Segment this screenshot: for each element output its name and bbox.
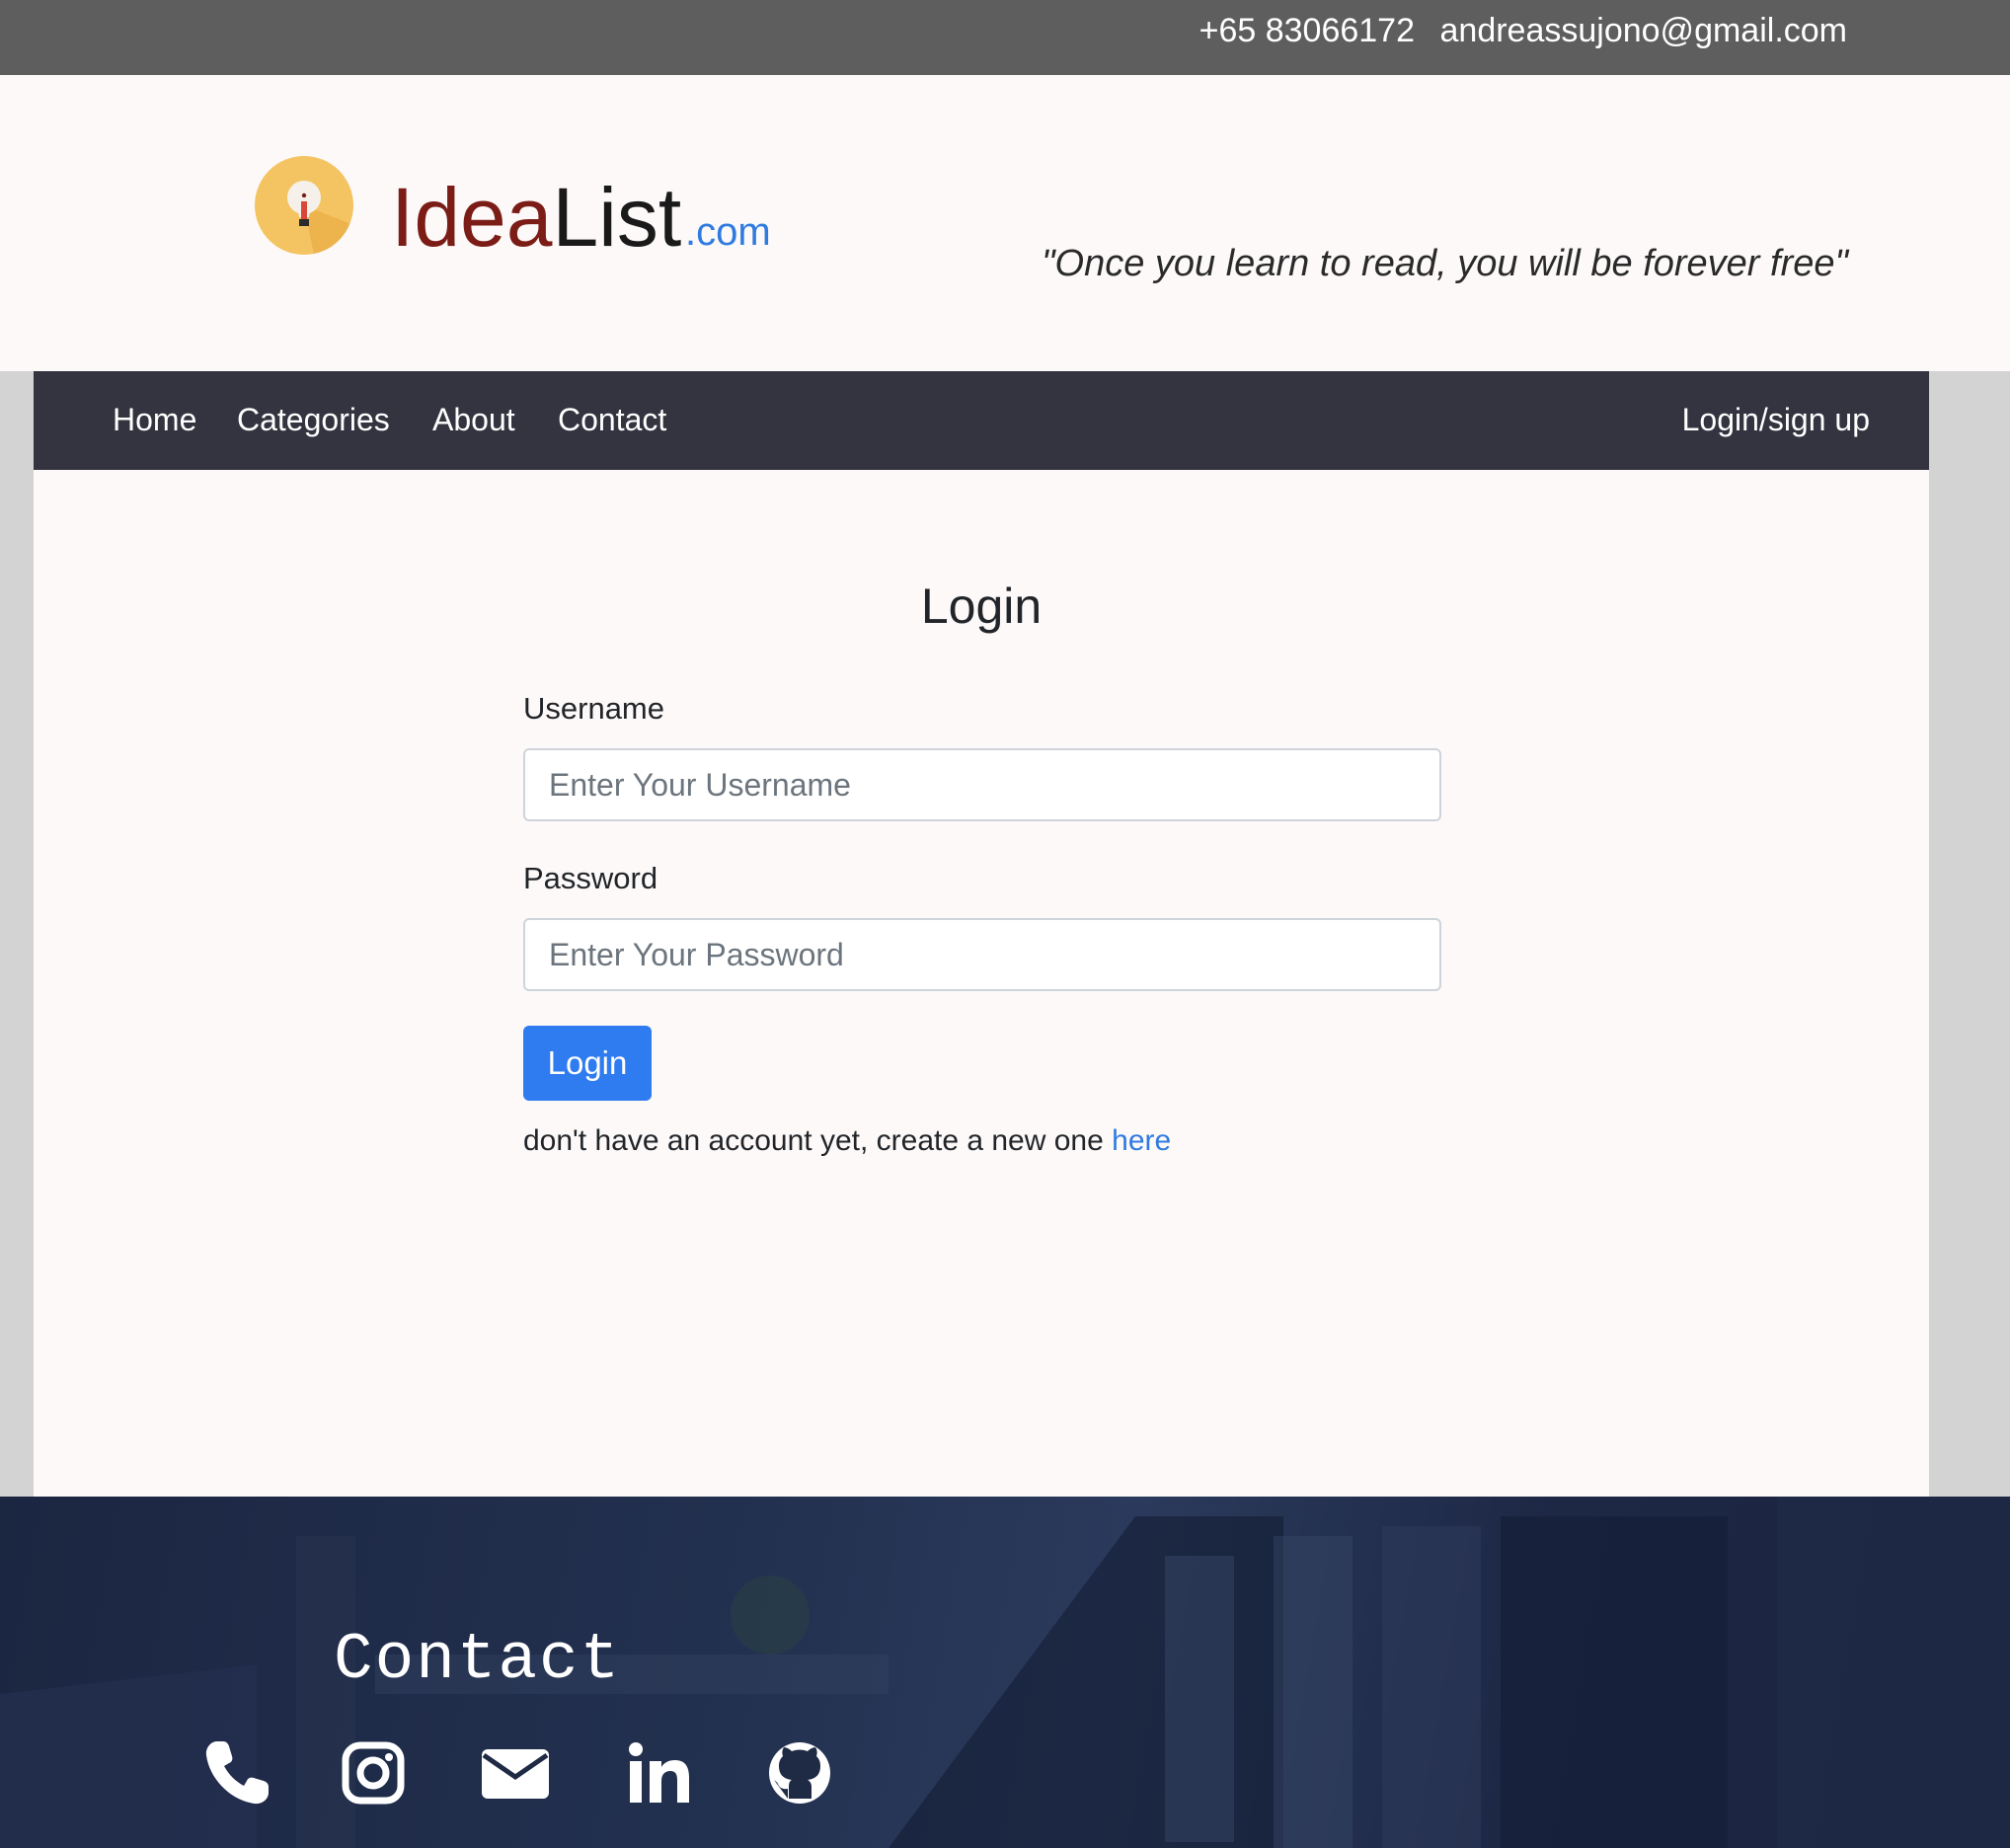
instagram-icon[interactable] <box>334 1733 413 1812</box>
password-input[interactable] <box>523 918 1441 991</box>
footer-contact-title: Contact <box>334 1623 622 1697</box>
lightbulb-icon[interactable] <box>255 156 353 255</box>
username-label: Username <box>523 691 664 726</box>
mail-icon[interactable] <box>476 1733 555 1812</box>
login-panel: Login Username Password Login don't have… <box>34 470 1929 1497</box>
nav-categories[interactable]: Categories <box>237 397 390 442</box>
footer: Contact <box>0 1497 2010 1848</box>
nav-home[interactable]: Home <box>113 397 196 442</box>
github-icon[interactable] <box>760 1733 839 1812</box>
brand-name-idea: Idea <box>391 171 553 264</box>
signup-prompt-text: don't have an account yet, create a new … <box>523 1124 1113 1157</box>
nav-contact[interactable]: Contact <box>558 397 666 442</box>
nav-about[interactable]: About <box>432 397 515 442</box>
brand-tagline: "Once you learn to read, you will be for… <box>1042 243 1848 284</box>
signup-prompt: don't have an account yet, create a new … <box>523 1121 1171 1161</box>
login-button[interactable]: Login <box>523 1026 652 1101</box>
username-input[interactable] <box>523 748 1441 821</box>
footer-background-image <box>0 1497 2010 1848</box>
contact-email[interactable]: andreassujono@gmail.com <box>1440 8 1848 53</box>
brand-header: IdeaList .com "Once you learn to read, y… <box>0 75 2010 371</box>
password-label: Password <box>523 861 658 895</box>
main-navbar: Home Categories About Contact Login/sign… <box>34 371 1929 470</box>
page-title: Login <box>920 578 1043 634</box>
brand-name[interactable]: IdeaList <box>391 168 681 267</box>
contact-phone[interactable]: +65 83066172 <box>1199 8 1415 53</box>
top-contact-bar: +65 83066172 andreassujono@gmail.com <box>0 0 2010 75</box>
nav-login-signup[interactable]: Login/sign up <box>1682 397 1870 442</box>
phone-icon[interactable] <box>197 1733 276 1812</box>
brand-name-list: List <box>552 171 682 264</box>
signup-link[interactable]: here <box>1112 1124 1171 1157</box>
linkedin-icon[interactable] <box>620 1733 699 1812</box>
brand-suffix: .com <box>685 210 771 254</box>
